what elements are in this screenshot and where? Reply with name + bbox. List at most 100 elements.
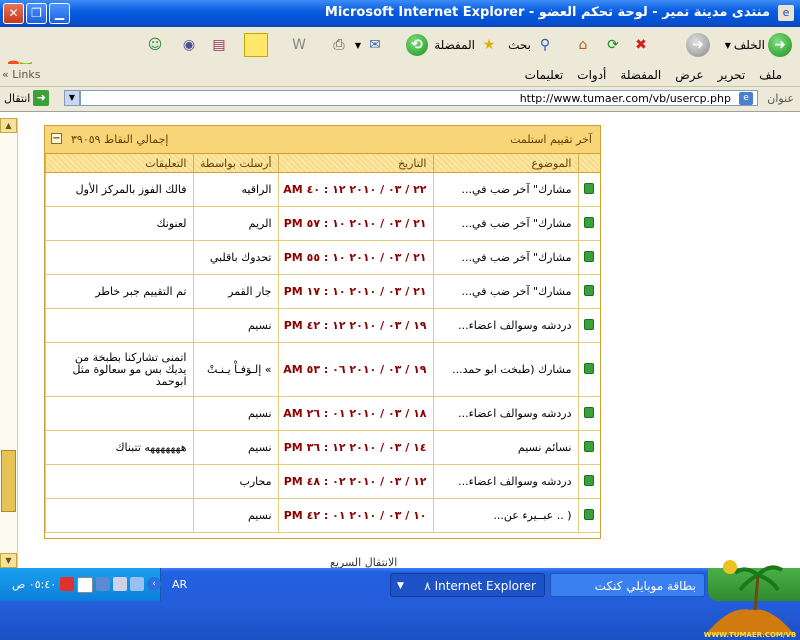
network-icon-2[interactable] xyxy=(130,577,144,591)
home-icon: ⌂ xyxy=(578,37,588,53)
menu-help[interactable]: تعليمات xyxy=(525,68,564,82)
home-button[interactable]: ⌂ xyxy=(572,31,594,59)
print-button[interactable]: ⎙ xyxy=(328,31,350,59)
scroll-down-button[interactable]: ▼ xyxy=(0,553,17,568)
language-indicator[interactable]: AR xyxy=(172,578,187,591)
table-row: ( .. عبــيرء عن... ١٠ / ٠٣ / ٢٠١٠ ٠١ : ٤٢… xyxy=(45,498,600,533)
close-button[interactable]: ✕ xyxy=(3,3,24,24)
back-button[interactable]: ➜ الخلف ▼ xyxy=(725,31,792,59)
mail-button[interactable]: ✉ ▼ xyxy=(355,31,386,59)
vertical-scrollbar[interactable]: ▲ ▼ xyxy=(0,118,18,568)
printer-icon: ⎙ xyxy=(333,37,345,53)
search-button[interactable]: ⚲ بحث xyxy=(508,31,556,59)
address-input[interactable]: http://www.tumaer.com/vb/usercp.php e xyxy=(80,90,758,106)
chevron-down-icon: ▼ xyxy=(724,40,731,50)
title-bar: ✕ ❐ ▁ منتدى مدينة تمير - لوحة تحكم العضو… xyxy=(0,0,800,27)
stop-icon: ✖ xyxy=(635,37,647,53)
row-sender-link[interactable]: تحدوك باقلبي xyxy=(192,240,278,275)
standard-toolbar: ➜ الخلف ▼ ➜ ✖ ⟳ ⌂ ⚲ بحث ★ المفضلة ⟲ ✉ ▼ … xyxy=(0,27,800,81)
post-icon xyxy=(584,362,595,374)
quick-nav[interactable]: الانتقال السريع xyxy=(330,556,397,568)
row-sender-link[interactable]: نسيم xyxy=(192,430,278,465)
network-icon[interactable] xyxy=(113,577,127,591)
row-topic-link[interactable]: مشارك" آخر ضب في... xyxy=(432,274,578,309)
tray-expand-icon[interactable]: ‹ xyxy=(147,577,161,591)
post-icon xyxy=(584,508,595,520)
row-comment xyxy=(45,396,193,431)
stop-button[interactable]: ✖ xyxy=(630,31,652,59)
row-topic-link[interactable]: مشارك" آخر ضب في... xyxy=(432,240,578,275)
menu-tools[interactable]: أدوات xyxy=(577,68,606,82)
col-date: التاريخ xyxy=(277,154,433,173)
menu-file[interactable]: ملف xyxy=(759,68,782,82)
messenger-icon: ◉ xyxy=(182,37,196,53)
row-date: ١٢ / ٠٣ / ٢٠١٠ ٠٢ : ٤٨ PM xyxy=(277,464,433,499)
row-topic-link[interactable]: مشارك (طبخت ابو حمد... xyxy=(432,342,578,397)
row-topic-link[interactable]: مشارك" آخر ضب في... xyxy=(432,206,578,241)
svg-text:WWW.TUMAER.COM/VB: WWW.TUMAER.COM/VB xyxy=(704,631,796,639)
row-sender-link[interactable]: الراقيه xyxy=(192,172,278,207)
row-topic-link[interactable]: نسائم نسيم xyxy=(432,430,578,465)
maximize-button[interactable]: ❐ xyxy=(26,3,47,24)
refresh-button[interactable]: ⟳ xyxy=(602,31,624,59)
discuss-button[interactable] xyxy=(244,31,268,59)
forward-button[interactable]: ➜ xyxy=(686,31,710,59)
row-sender-link[interactable]: الريم xyxy=(192,206,278,241)
edit-button[interactable]: W xyxy=(288,31,310,59)
row-topic-link[interactable]: مشارك" آخر ضب في... xyxy=(432,172,578,207)
research-button[interactable]: ▤ xyxy=(208,31,230,59)
history-icon: ⟲ xyxy=(406,34,428,56)
taskbar-mobily-button[interactable]: بطاقة موبايلي كنكت xyxy=(550,573,705,597)
row-sender-link[interactable]: نسيم xyxy=(192,396,278,431)
post-icon xyxy=(584,318,595,330)
row-topic-link[interactable]: دردشه وسوالف اعضاء... xyxy=(432,464,578,499)
window-title: منتدى مدينة تمير - لوحة تحكم العضو - Mic… xyxy=(324,5,770,20)
menu-bar: « Links ملف تحرير عرض المفضلة أدوات تعلي… xyxy=(0,64,800,87)
row-comment: اتمنى تشاركنا بطبخة من يديك بس مو سعالوة… xyxy=(45,342,193,397)
row-comment xyxy=(45,240,193,275)
address-dropdown[interactable]: ▼ xyxy=(64,90,80,106)
favorites-button[interactable]: ★ المفضلة xyxy=(434,31,500,59)
menu-edit[interactable]: تحرير xyxy=(718,68,746,82)
go-button[interactable]: انتقال ➜ xyxy=(4,90,50,106)
table-row: نسائم نسيم ١٤ / ٠٣ / ٢٠١٠ ١٢ : ٣٦ PM نسيم ه… xyxy=(45,430,600,465)
row-topic-link[interactable]: ( .. عبــيرء عن... xyxy=(432,498,578,533)
table-row: دردشه وسوالف اعضاء... ١٢ / ٠٣ / ٢٠١٠ ٠٢ :… xyxy=(45,464,600,499)
links-button[interactable]: « Links xyxy=(2,68,41,81)
menu-view[interactable]: عرض xyxy=(675,68,703,82)
row-sender-link[interactable]: » إلـوَفـاْ يـنـتْ xyxy=(192,342,278,397)
row-date: ١٩ / ٠٣ / ٢٠١٠ ١٢ : ٤٢ PM xyxy=(277,308,433,343)
minimize-button[interactable]: ▁ xyxy=(49,3,70,24)
messenger-button[interactable]: ◉ xyxy=(178,31,200,59)
ie-icon: e xyxy=(778,5,794,21)
search-icon: ⚲ xyxy=(539,37,551,53)
contacts-button[interactable]: ☺ xyxy=(144,31,166,59)
taskbar-ie-button[interactable]: Internet Explorer ٨ ▼ xyxy=(390,573,545,597)
app-icon[interactable] xyxy=(77,577,93,593)
row-date: ١٠ / ٠٣ / ٢٠١٠ ٠١ : ٤٢ PM xyxy=(277,498,433,533)
collapse-icon[interactable]: − xyxy=(51,133,62,144)
word-icon: W xyxy=(292,37,306,53)
clock: ٠٥:٤٠ ص xyxy=(12,578,57,591)
row-sender-link[interactable]: نسيم xyxy=(192,308,278,343)
row-sender-link[interactable]: نسيم xyxy=(192,498,278,533)
scroll-thumb[interactable] xyxy=(1,450,16,512)
col-comments: التعليقات xyxy=(45,154,193,173)
forward-arrow-icon: ➜ xyxy=(686,33,710,57)
row-comment: فالك الفوز بالمركز الأول xyxy=(45,172,193,207)
system-tray: ٠٥:٤٠ ص ‹ xyxy=(0,568,161,601)
antivirus-icon[interactable] xyxy=(60,577,74,591)
row-comment xyxy=(45,308,193,343)
table-header: الموضوع التاريخ أرسلت بواسطة التعليقات xyxy=(45,154,600,173)
row-sender-link[interactable]: جار القمر xyxy=(192,274,278,309)
scroll-up-button[interactable]: ▲ xyxy=(0,118,17,133)
row-comment: تم التقييم جبر خاطر xyxy=(45,274,193,309)
table-row: مشارك" آخر ضب في... ٢١ / ٠٣ / ٢٠١٠ ١٠ : ٥… xyxy=(45,240,600,275)
history-button[interactable]: ⟲ xyxy=(406,31,428,59)
row-sender-link[interactable]: محارب xyxy=(192,464,278,499)
menu-favorites[interactable]: المفضلة xyxy=(620,68,661,82)
row-topic-link[interactable]: دردشه وسوالف اعضاء... xyxy=(432,308,578,343)
volume-icon[interactable] xyxy=(96,577,110,591)
row-topic-link[interactable]: دردشه وسوالف اعضاء... xyxy=(432,396,578,431)
page-content: آخر تقييم استلمت إجمالي النقاط ٣٩٠٥٩ − ا… xyxy=(0,112,800,568)
